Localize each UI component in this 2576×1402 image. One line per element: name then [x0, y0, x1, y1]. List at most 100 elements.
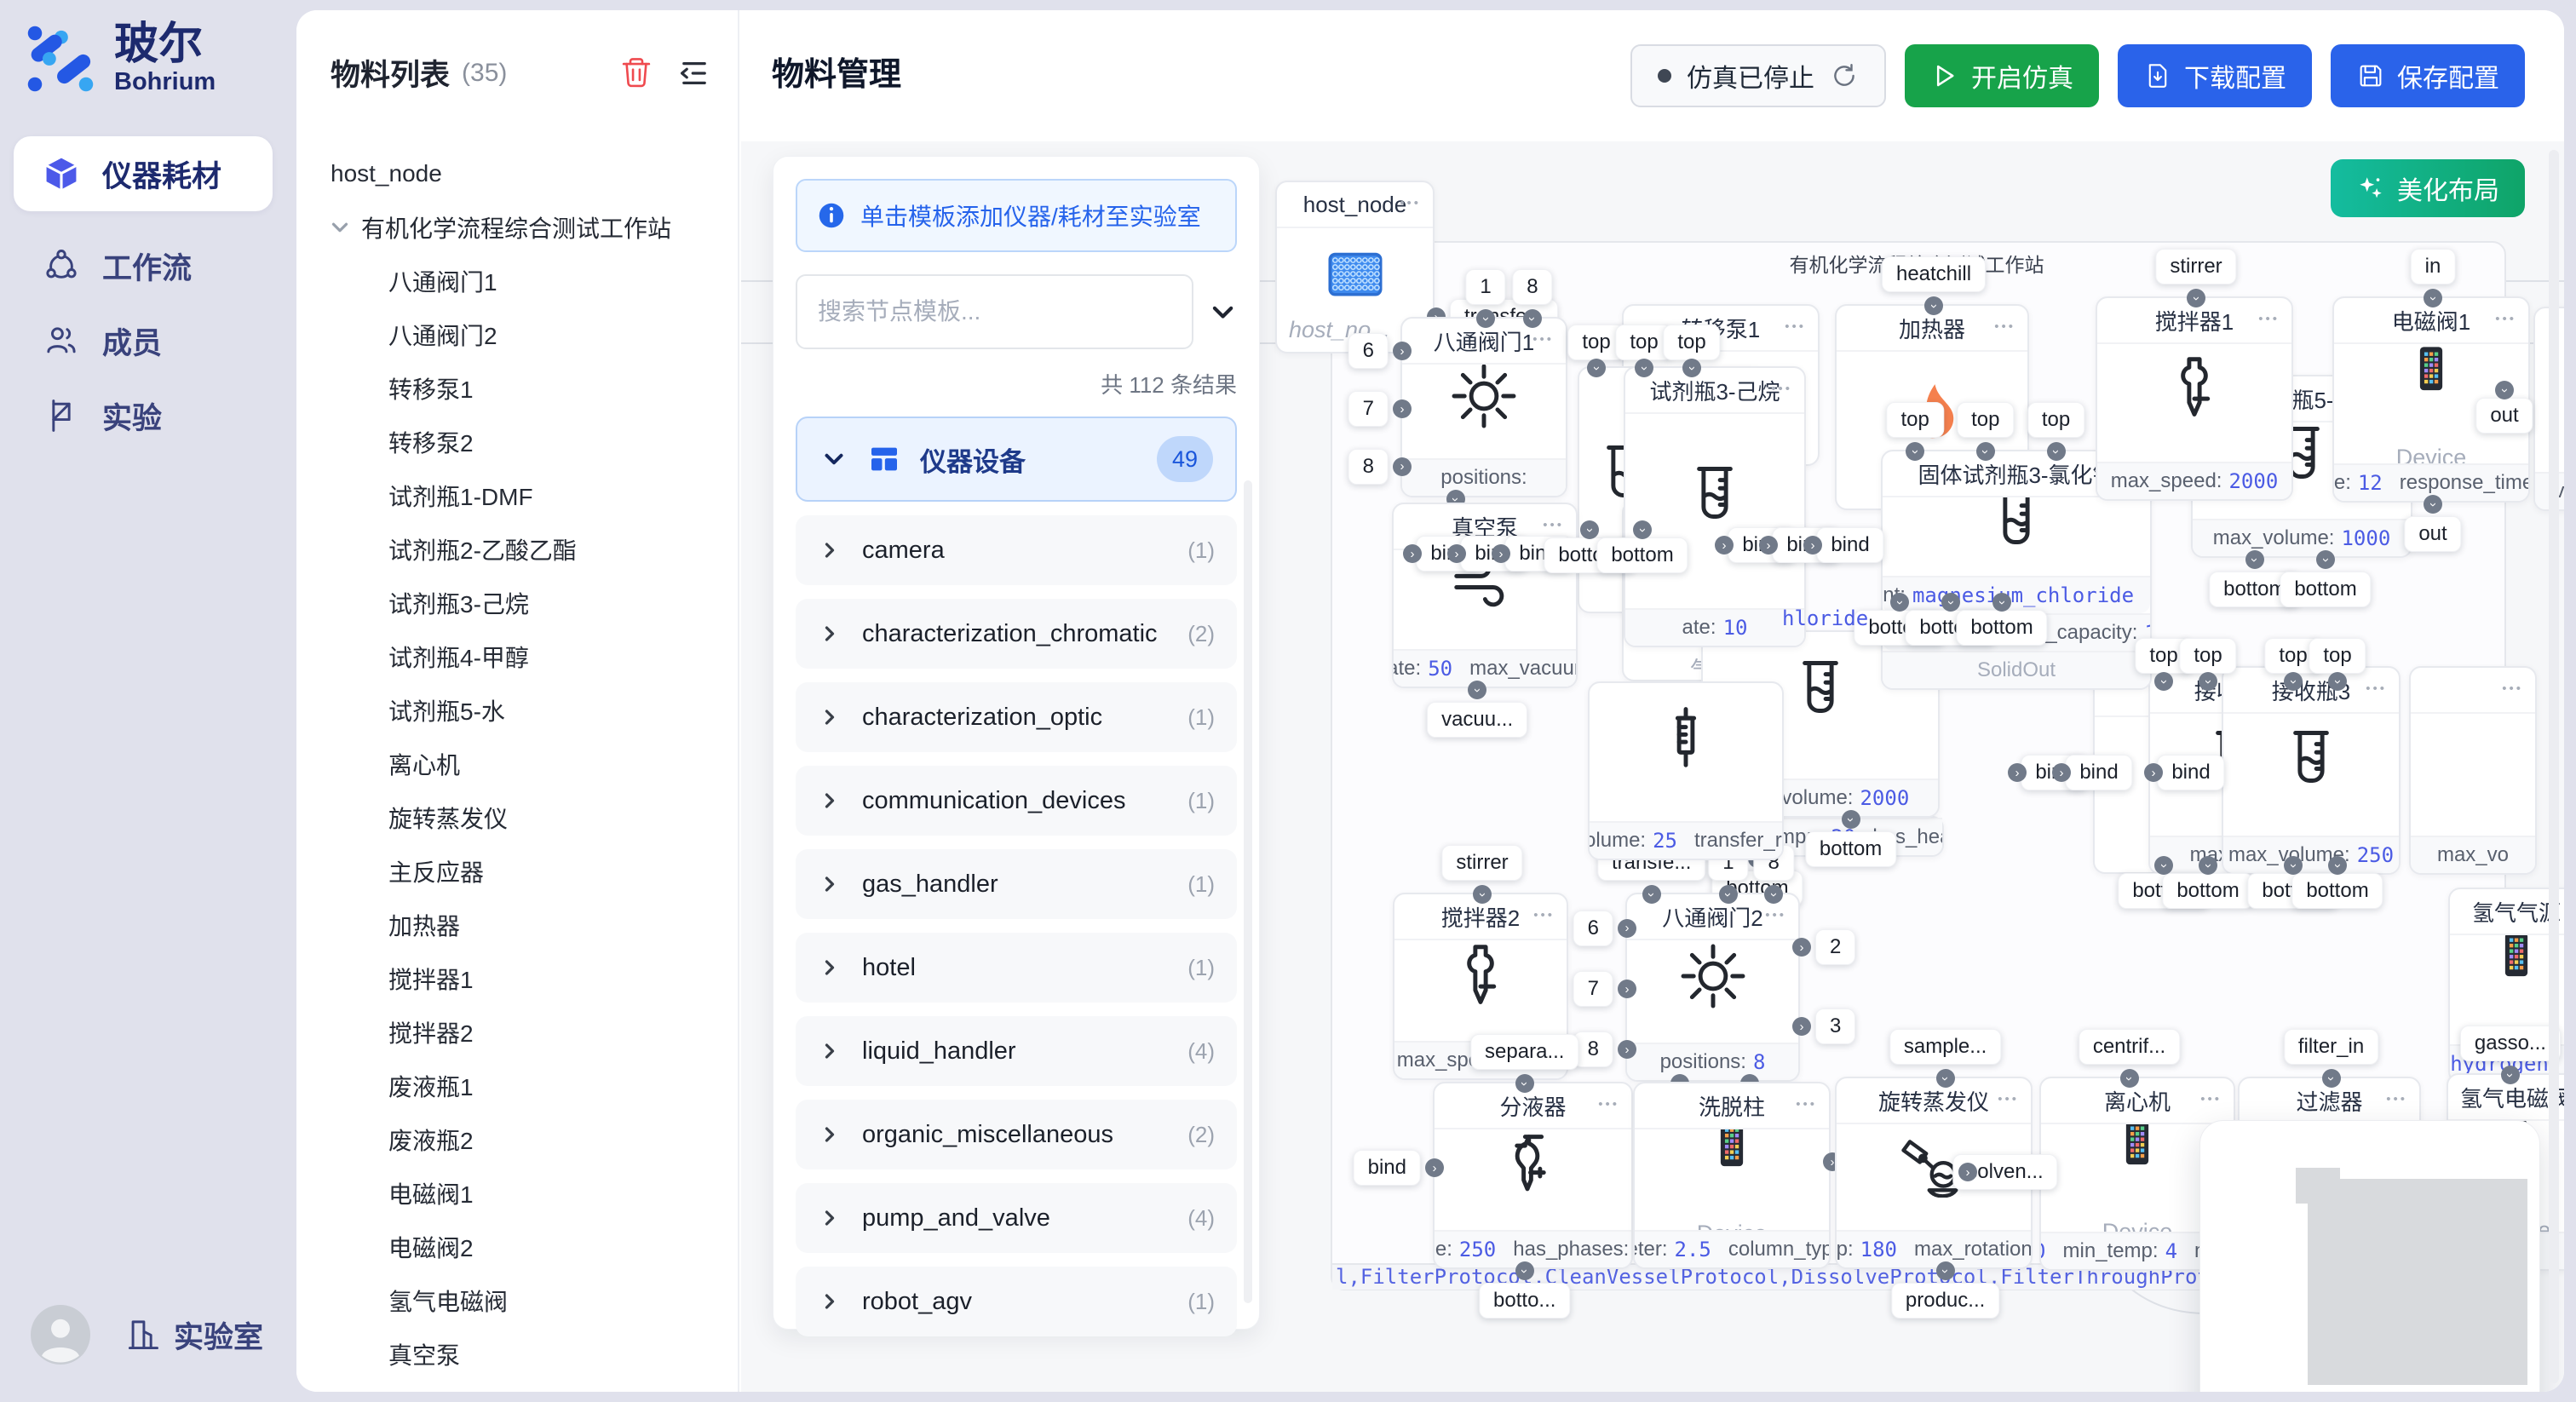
connector-dot[interactable]: ›	[1792, 938, 1811, 957]
connector-dot[interactable]: ›	[1890, 593, 1909, 612]
tree-item[interactable]: 电磁阀1	[296, 1166, 738, 1220]
tree-item[interactable]: 加热器	[296, 898, 738, 951]
node-menu-icon[interactable]: •••	[1533, 908, 1555, 922]
port-top[interactable]: top	[2309, 638, 2366, 674]
connector-dot[interactable]: ›	[1682, 359, 1701, 377]
port-2[interactable]: 2	[1815, 929, 1855, 965]
connector-dot[interactable]: ›	[1906, 442, 1924, 461]
port-bottom[interactable]: bottom	[1596, 537, 1688, 573]
connector-dot[interactable]: ›	[2047, 442, 2066, 461]
port-bottom[interactable]: bottom	[1805, 831, 1896, 867]
tree-item[interactable]: 试剂瓶3-己烷	[296, 576, 738, 629]
connector-dot[interactable]: ›	[2424, 289, 2442, 307]
connector-dot[interactable]: ›	[2501, 1066, 2520, 1084]
node-menu-icon[interactable]: •••	[2200, 1092, 2222, 1106]
template-category-camera[interactable]: camera(1)	[796, 515, 1237, 585]
template-section-instruments[interactable]: 仪器设备 49	[796, 417, 1237, 502]
canvas-node-stirrer-1[interactable]: 搅拌器1•••max_speed:2000stirrer›	[2096, 296, 2293, 501]
port-6[interactable]: 6	[1573, 911, 1613, 946]
connector-dot[interactable]: ›	[2424, 495, 2442, 514]
node-menu-icon[interactable]: •••	[1543, 518, 1564, 532]
node-menu-icon[interactable]: •••	[2258, 312, 2280, 326]
port-stirrer[interactable]: stirrer	[2155, 249, 2236, 284]
connector-dot[interactable]: ›	[1447, 544, 1466, 563]
node-canvas[interactable]: 有机化学流程综合测试工作站 l,FilterProtocol,CleanVess…	[741, 141, 2564, 1392]
chevron-down-icon[interactable]	[1209, 297, 1237, 326]
node-menu-icon[interactable]: •••	[2386, 1092, 2407, 1106]
connector-dot[interactable]: ›	[1580, 520, 1599, 539]
connector-dot[interactable]: ›	[2199, 856, 2217, 875]
node-menu-icon[interactable]: •••	[1400, 196, 1421, 210]
canvas-node-separatory-funnel[interactable]: 分液器•••volume:250has_phases:truesepara...…	[1433, 1082, 1633, 1269]
node-menu-icon[interactable]: •••	[2502, 681, 2523, 696]
sidebar-item-members[interactable]: 成员	[14, 303, 273, 378]
template-category-pump_and_valve[interactable]: pump_and_valve(4)	[796, 1183, 1237, 1253]
start-simulation-button[interactable]: 开启仿真	[1905, 44, 2099, 107]
sidebar-item-workflow[interactable]: 工作流	[14, 228, 273, 303]
port-8[interactable]: 8	[1512, 269, 1552, 305]
search-template-input[interactable]	[796, 274, 1193, 349]
template-category-characterization_optic[interactable]: characterization_optic(1)	[796, 682, 1237, 752]
connector-dot[interactable]: ›	[1468, 681, 1486, 699]
tree-item[interactable]: 试剂瓶2-乙酸乙酯	[296, 522, 738, 576]
port-out[interactable]: out	[2404, 516, 2461, 552]
connector-dot[interactable]: ›	[1924, 296, 1943, 315]
tree-item[interactable]: 电磁阀2	[296, 1220, 738, 1273]
connector-dot[interactable]: ›	[2245, 550, 2264, 569]
connector-dot[interactable]: ›	[2008, 763, 2027, 782]
canvas-node-reagent-bottle-3-hexane[interactable]: 试剂瓶3-己烷•••ate:10	[1624, 366, 1806, 647]
port-1[interactable]: 1	[1465, 269, 1505, 305]
tree-item[interactable]: 八通阀门2	[296, 307, 738, 361]
connector-dot[interactable]: ›	[1393, 399, 1412, 418]
connector-dot[interactable]: ›	[1803, 536, 1822, 554]
connector-dot[interactable]: ›	[1958, 1163, 1977, 1181]
sidebar-item-instruments[interactable]: 仪器耗材	[14, 136, 273, 211]
connector-dot[interactable]: ›	[1618, 1040, 1636, 1059]
connector-dot[interactable]: ›	[2154, 856, 2173, 875]
connector-dot[interactable]: ›	[2154, 672, 2173, 691]
refresh-icon[interactable]	[1830, 61, 1859, 90]
connector-dot[interactable]: ›	[1642, 885, 1661, 904]
port-top[interactable]: top	[1886, 402, 1943, 438]
port-3[interactable]: 3	[1815, 1008, 1855, 1044]
port-7[interactable]: 7	[1348, 391, 1389, 427]
node-menu-icon[interactable]: •••	[1598, 1097, 1619, 1112]
connector-dot[interactable]: ›	[2199, 672, 2217, 691]
connector-dot[interactable]: ›	[2328, 672, 2347, 691]
connector-dot[interactable]: ›	[1842, 810, 1860, 829]
tree-item-group[interactable]: 有机化学流程综合测试工作站	[296, 200, 738, 254]
simulation-status-badge[interactable]: 仿真已停止	[1630, 44, 1886, 107]
connector-dot[interactable]: ›	[1759, 536, 1778, 554]
connector-dot[interactable]: ›	[2120, 1069, 2139, 1088]
connector-dot[interactable]: ›	[1403, 544, 1422, 563]
template-category-robot_agv[interactable]: robot_agv(1)	[796, 1267, 1237, 1336]
canvas-node-transfer-pump-2[interactable]: max_volume:25transfer_rate:10	[1588, 681, 1784, 860]
tree-item[interactable]: 废液瓶1	[296, 1059, 738, 1112]
port-sample[interactable]: sample...	[1889, 1029, 2001, 1065]
port-top[interactable]: top	[2179, 638, 2236, 674]
connector-dot[interactable]: ›	[1523, 309, 1542, 328]
port-bind[interactable]: bind	[1816, 527, 1883, 563]
connector-dot[interactable]: ›	[2144, 763, 2163, 782]
tree-item[interactable]: 试剂瓶4-甲醇	[296, 629, 738, 683]
tree-item[interactable]: 试剂瓶5-水	[296, 683, 738, 737]
connector-dot[interactable]: ›	[1425, 1158, 1444, 1177]
tree-item[interactable]: 旋转蒸发仪	[296, 790, 738, 844]
connector-dot[interactable]: ›	[1936, 1069, 1955, 1088]
tree-item[interactable]: 试剂瓶1-DMF	[296, 468, 738, 522]
port-in[interactable]: in	[2411, 249, 2456, 284]
canvas-node-receiving-bottle-3[interactable]: 接收瓶3•••max_volume:250	[2222, 666, 2401, 875]
connector-dot[interactable]: ›	[1941, 593, 1960, 612]
node-menu-icon[interactable]: •••	[1532, 332, 1554, 347]
connector-dot[interactable]: ›	[2284, 672, 2303, 691]
port-6[interactable]: 6	[1348, 333, 1389, 369]
connector-dot[interactable]: ›	[1635, 359, 1653, 377]
connector-dot[interactable]: ›	[1515, 1074, 1534, 1093]
connector-dot[interactable]: ›	[2052, 763, 2071, 782]
port-bottom[interactable]: bottom	[1956, 610, 2047, 646]
port-gasso[interactable]: gasso...	[2460, 1026, 2561, 1061]
port-7[interactable]: 7	[1573, 971, 1613, 1007]
tree-item[interactable]: 氢气电磁阀	[296, 1273, 738, 1327]
connector-dot[interactable]: ›	[1618, 919, 1636, 938]
connector-dot[interactable]: ›	[2328, 856, 2347, 875]
